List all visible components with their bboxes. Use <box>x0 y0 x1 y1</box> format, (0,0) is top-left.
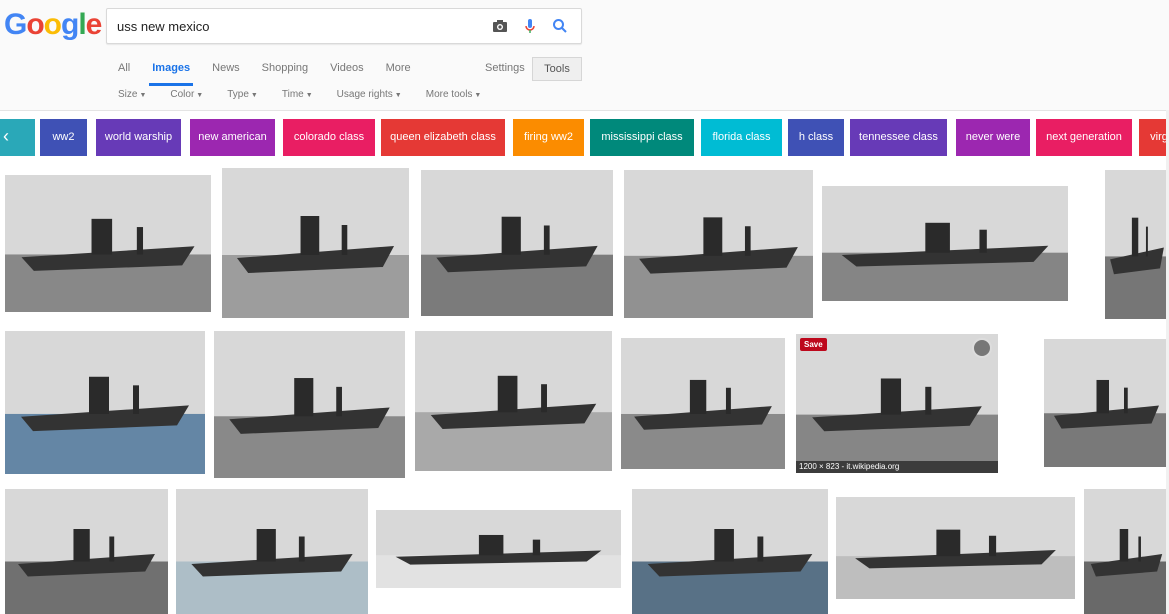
image-result[interactable] <box>621 338 785 469</box>
related-searches-chips: ww2 world warship new american colorado … <box>0 119 1169 157</box>
image-result[interactable] <box>376 510 621 588</box>
thumbnail-image <box>421 170 613 316</box>
logo-letter: g <box>61 8 79 41</box>
thumbnail-image <box>5 175 211 312</box>
chip-scroll-left-button[interactable]: ‹ <box>0 119 35 156</box>
filter-size[interactable]: Size ▼ <box>118 89 146 100</box>
image-result[interactable]: Save 1200 × 823 - it.wikipedia.org <box>796 334 998 473</box>
camera-icon[interactable] <box>491 17 509 35</box>
chip[interactable]: never were <box>956 119 1030 156</box>
tab-all[interactable]: All <box>118 62 130 82</box>
logo-letter: l <box>78 8 86 41</box>
filter-usage-rights[interactable]: Usage rights ▼ <box>337 89 402 100</box>
image-result[interactable] <box>624 170 813 318</box>
search-header: Google All Images News Shopping Videos M… <box>0 0 1169 111</box>
filter-label: Time <box>281 89 304 100</box>
chip[interactable]: next generation <box>1036 119 1132 156</box>
caret-down-icon: ▼ <box>305 92 313 99</box>
image-result[interactable] <box>176 489 368 614</box>
search-tabs: All Images News Shopping Videos More <box>118 62 433 82</box>
thumbnail-image <box>624 170 813 318</box>
caret-down-icon: ▼ <box>250 92 258 99</box>
thumbnail-image <box>632 489 828 614</box>
thumbnail-image <box>1105 170 1169 319</box>
google-logo[interactable]: Google <box>4 8 103 42</box>
expand-icon[interactable] <box>972 338 992 358</box>
tab-shopping[interactable]: Shopping <box>262 62 309 82</box>
thumbnail-image <box>5 489 168 614</box>
filter-label: Type <box>227 89 249 100</box>
image-result[interactable] <box>222 168 409 318</box>
thumbnail-image <box>1044 339 1169 467</box>
caret-down-icon: ▼ <box>394 92 402 99</box>
filter-label: Usage rights <box>336 89 393 100</box>
thumbnail-image <box>5 331 205 474</box>
logo-letter: G <box>4 8 27 41</box>
tab-images[interactable]: Images <box>152 62 190 82</box>
chip[interactable]: queen elizabeth class <box>381 119 505 156</box>
thumbnail-image <box>176 489 368 614</box>
image-result[interactable] <box>5 175 211 312</box>
filter-type[interactable]: Type ▼ <box>227 89 258 100</box>
chip[interactable]: colorado class <box>283 119 375 156</box>
logo-letter: o <box>43 8 62 41</box>
caret-down-icon: ▼ <box>139 92 147 99</box>
filter-time[interactable]: Time ▼ <box>282 89 313 100</box>
tab-news[interactable]: News <box>212 62 240 82</box>
filter-label: Color <box>170 89 195 100</box>
chip[interactable]: world warship <box>96 119 181 156</box>
image-result[interactable] <box>1084 489 1169 614</box>
chip[interactable]: new american <box>190 119 275 156</box>
image-result[interactable] <box>1044 339 1169 467</box>
filter-more-tools[interactable]: More tools ▼ <box>426 89 482 100</box>
tools-button[interactable]: Tools <box>532 57 582 81</box>
thumbnail-image <box>1084 489 1169 614</box>
thumbnail-image <box>376 510 621 588</box>
caret-down-icon: ▼ <box>196 92 204 99</box>
search-box[interactable] <box>106 8 582 44</box>
thumbnail-image <box>822 186 1068 301</box>
image-result[interactable] <box>632 489 828 614</box>
logo-letter: o <box>26 8 44 41</box>
chip[interactable]: firing ww2 <box>513 119 584 156</box>
chevron-left-icon: ‹ <box>3 126 9 146</box>
filter-label: Size <box>118 89 138 100</box>
chip[interactable]: florida class <box>701 119 782 156</box>
pinterest-save-button[interactable]: Save <box>800 338 827 351</box>
image-result[interactable] <box>822 186 1068 301</box>
settings-link[interactable]: Settings <box>485 62 525 74</box>
image-result[interactable] <box>214 331 405 478</box>
active-tab-indicator <box>149 83 193 86</box>
logo-letter: e <box>85 8 103 41</box>
mic-icon[interactable] <box>521 17 539 35</box>
tab-more[interactable]: More <box>386 62 411 82</box>
chip[interactable]: ww2 <box>40 119 87 156</box>
image-dimensions-source: 1200 × 823 - it.wikipedia.org <box>796 461 998 473</box>
thumbnail-image <box>222 168 409 318</box>
chip[interactable]: h class <box>788 119 844 156</box>
image-result[interactable] <box>5 489 168 614</box>
filter-label: More tools <box>425 89 473 100</box>
image-result[interactable] <box>836 497 1075 599</box>
tab-videos[interactable]: Videos <box>330 62 363 82</box>
image-result[interactable] <box>415 331 612 471</box>
filter-color[interactable]: Color ▼ <box>170 89 203 100</box>
search-icon[interactable] <box>551 17 569 35</box>
thumbnail-image <box>836 497 1075 599</box>
chip[interactable]: tennessee class <box>850 119 947 156</box>
save-label: Save <box>804 340 823 349</box>
chip[interactable]: virg <box>1139 119 1169 156</box>
search-input[interactable] <box>117 16 477 36</box>
image-result[interactable] <box>5 331 205 474</box>
thumbnail-image <box>621 338 785 469</box>
image-result[interactable] <box>1105 170 1169 319</box>
tools-filter-row: Size ▼ Color ▼ Type ▼ Time ▼ Usage rights ▼ M… <box>118 89 505 100</box>
image-result[interactable] <box>421 170 613 316</box>
caret-down-icon: ▼ <box>474 92 482 99</box>
thumbnail-image <box>415 331 612 471</box>
thumbnail-image <box>214 331 405 478</box>
thumbnail-image <box>796 334 998 473</box>
chip[interactable]: mississippi class <box>590 119 694 156</box>
